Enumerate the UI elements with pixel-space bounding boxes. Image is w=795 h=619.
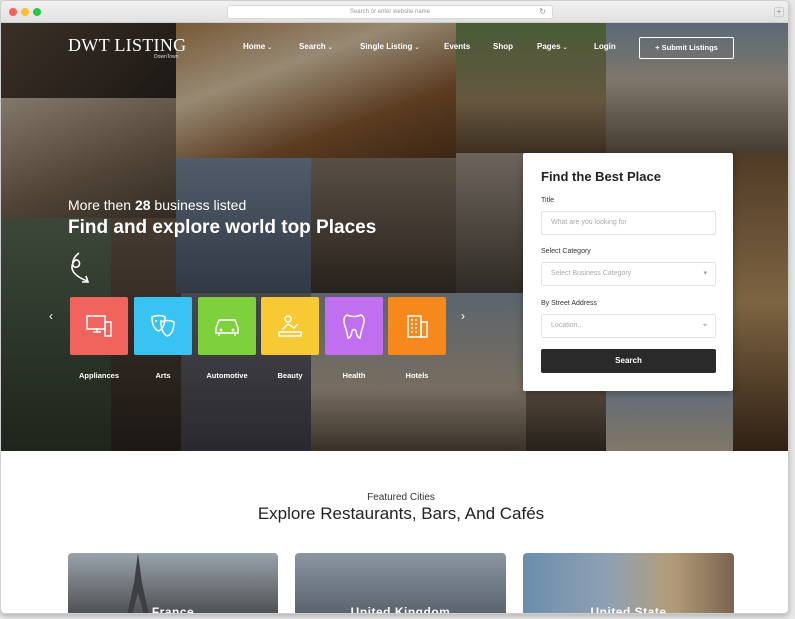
- tagline-suffix: business listed: [150, 197, 247, 213]
- tooth-icon: [343, 314, 365, 339]
- address-label: By Street Address: [541, 300, 598, 307]
- title-input-placeholder: What are you looking for: [551, 219, 627, 226]
- hero-section: DWT LISTING DownTown Home ⌄ Search ⌄ Singl…: [1, 23, 788, 451]
- submit-listings-button[interactable]: + Submit Listings: [639, 37, 734, 59]
- top-navigation: DWT LISTING DownTown Home ⌄ Search ⌄ Singl…: [1, 23, 788, 73]
- category-arts[interactable]: [134, 297, 192, 355]
- nav-label: Events: [444, 42, 471, 51]
- search-panel: Find the Best Place Title What are you l…: [523, 153, 733, 391]
- category-select-value: Select Business Category: [551, 270, 632, 277]
- maximize-window-icon[interactable]: [33, 8, 41, 16]
- carousel-prev-button[interactable]: ‹: [49, 309, 53, 323]
- location-input[interactable]: Location.. ⌖: [541, 314, 716, 338]
- site-logo[interactable]: DWT LISTING: [68, 35, 186, 56]
- nav-item-search[interactable]: Search ⌄: [299, 42, 333, 51]
- category-select-label: Select Category: [541, 248, 591, 255]
- category-automotive[interactable]: [198, 297, 256, 355]
- hero-headline: Find and explore world top Places: [68, 217, 377, 238]
- nav-label: Single Listing: [360, 42, 413, 51]
- tagline-prefix: More then: [68, 197, 135, 213]
- nav-label: Shop: [493, 42, 513, 51]
- nav-item-home[interactable]: Home ⌄: [243, 42, 272, 51]
- reload-icon[interactable]: ↻: [539, 6, 546, 18]
- nav-label: Home: [243, 42, 266, 51]
- hero-tagline: More then 28 business listed: [68, 197, 246, 213]
- nav-label: Pages: [537, 42, 561, 51]
- theater-masks-icon: [151, 314, 175, 337]
- category-hotels[interactable]: [388, 297, 446, 355]
- nav-label: Login: [594, 42, 616, 51]
- title-input[interactable]: What are you looking for: [541, 211, 716, 235]
- chevron-down-icon: ▾: [703, 270, 707, 277]
- chevron-down-icon: ⌄: [327, 45, 333, 51]
- browser-window: Search or enter website name ↻ + DWT LIS…: [0, 0, 789, 614]
- close-window-icon[interactable]: [9, 8, 17, 16]
- category-select[interactable]: Select Business Category ▾: [541, 262, 716, 286]
- site-logo-subtitle: DownTown: [154, 54, 179, 60]
- chevron-down-icon: ⌄: [267, 45, 273, 51]
- category-appliances[interactable]: [70, 297, 128, 355]
- chevron-down-icon: ⌄: [562, 45, 568, 51]
- featured-title: Explore Restaurants, Bars, And Cafés: [257, 504, 545, 523]
- nav-item-shop[interactable]: Shop: [493, 42, 513, 51]
- browser-toolbar: Search or enter website name ↻ +: [1, 1, 788, 23]
- city-name: United Kingdom: [350, 605, 451, 614]
- appliances-icon: [86, 315, 112, 337]
- title-label: Title: [541, 197, 554, 204]
- squiggle-arrow-icon: [71, 252, 90, 283]
- category-health[interactable]: [325, 297, 383, 355]
- nav-label: Search: [299, 42, 326, 51]
- city-card-united-state[interactable]: United State: [523, 553, 734, 614]
- building-icon: [407, 315, 428, 338]
- nav-item-pages[interactable]: Pages ⌄: [537, 42, 568, 51]
- search-panel-title: Find the Best Place: [541, 169, 661, 184]
- address-bar[interactable]: Search or enter website name ↻: [227, 5, 553, 19]
- beauty-icon: [278, 315, 302, 337]
- city-card-united-kingdom[interactable]: United Kingdom: [295, 553, 506, 614]
- featured-subtitle: Featured Cities: [367, 492, 435, 503]
- category-label[interactable]: Hotels: [377, 371, 457, 380]
- business-count: 28: [134, 197, 151, 213]
- nav-item-events[interactable]: Events: [444, 42, 470, 51]
- location-input-placeholder: Location..: [551, 322, 582, 329]
- nav-item-single-listing[interactable]: Single Listing ⌄: [360, 42, 419, 51]
- new-tab-button[interactable]: +: [774, 7, 784, 17]
- city-name: United State: [590, 605, 667, 614]
- city-name: France: [151, 605, 195, 614]
- address-bar-placeholder: Search or enter website name: [349, 9, 431, 15]
- carousel-next-button[interactable]: ›: [461, 309, 465, 323]
- crosshair-icon[interactable]: ⌖: [703, 315, 707, 337]
- search-button[interactable]: Search: [541, 349, 716, 373]
- car-icon: [215, 319, 239, 336]
- minimize-window-icon[interactable]: [21, 8, 29, 16]
- category-beauty[interactable]: [261, 297, 319, 355]
- chevron-down-icon: ⌄: [414, 45, 420, 51]
- nav-item-login[interactable]: Login: [594, 42, 616, 51]
- city-card-france[interactable]: France: [68, 553, 278, 614]
